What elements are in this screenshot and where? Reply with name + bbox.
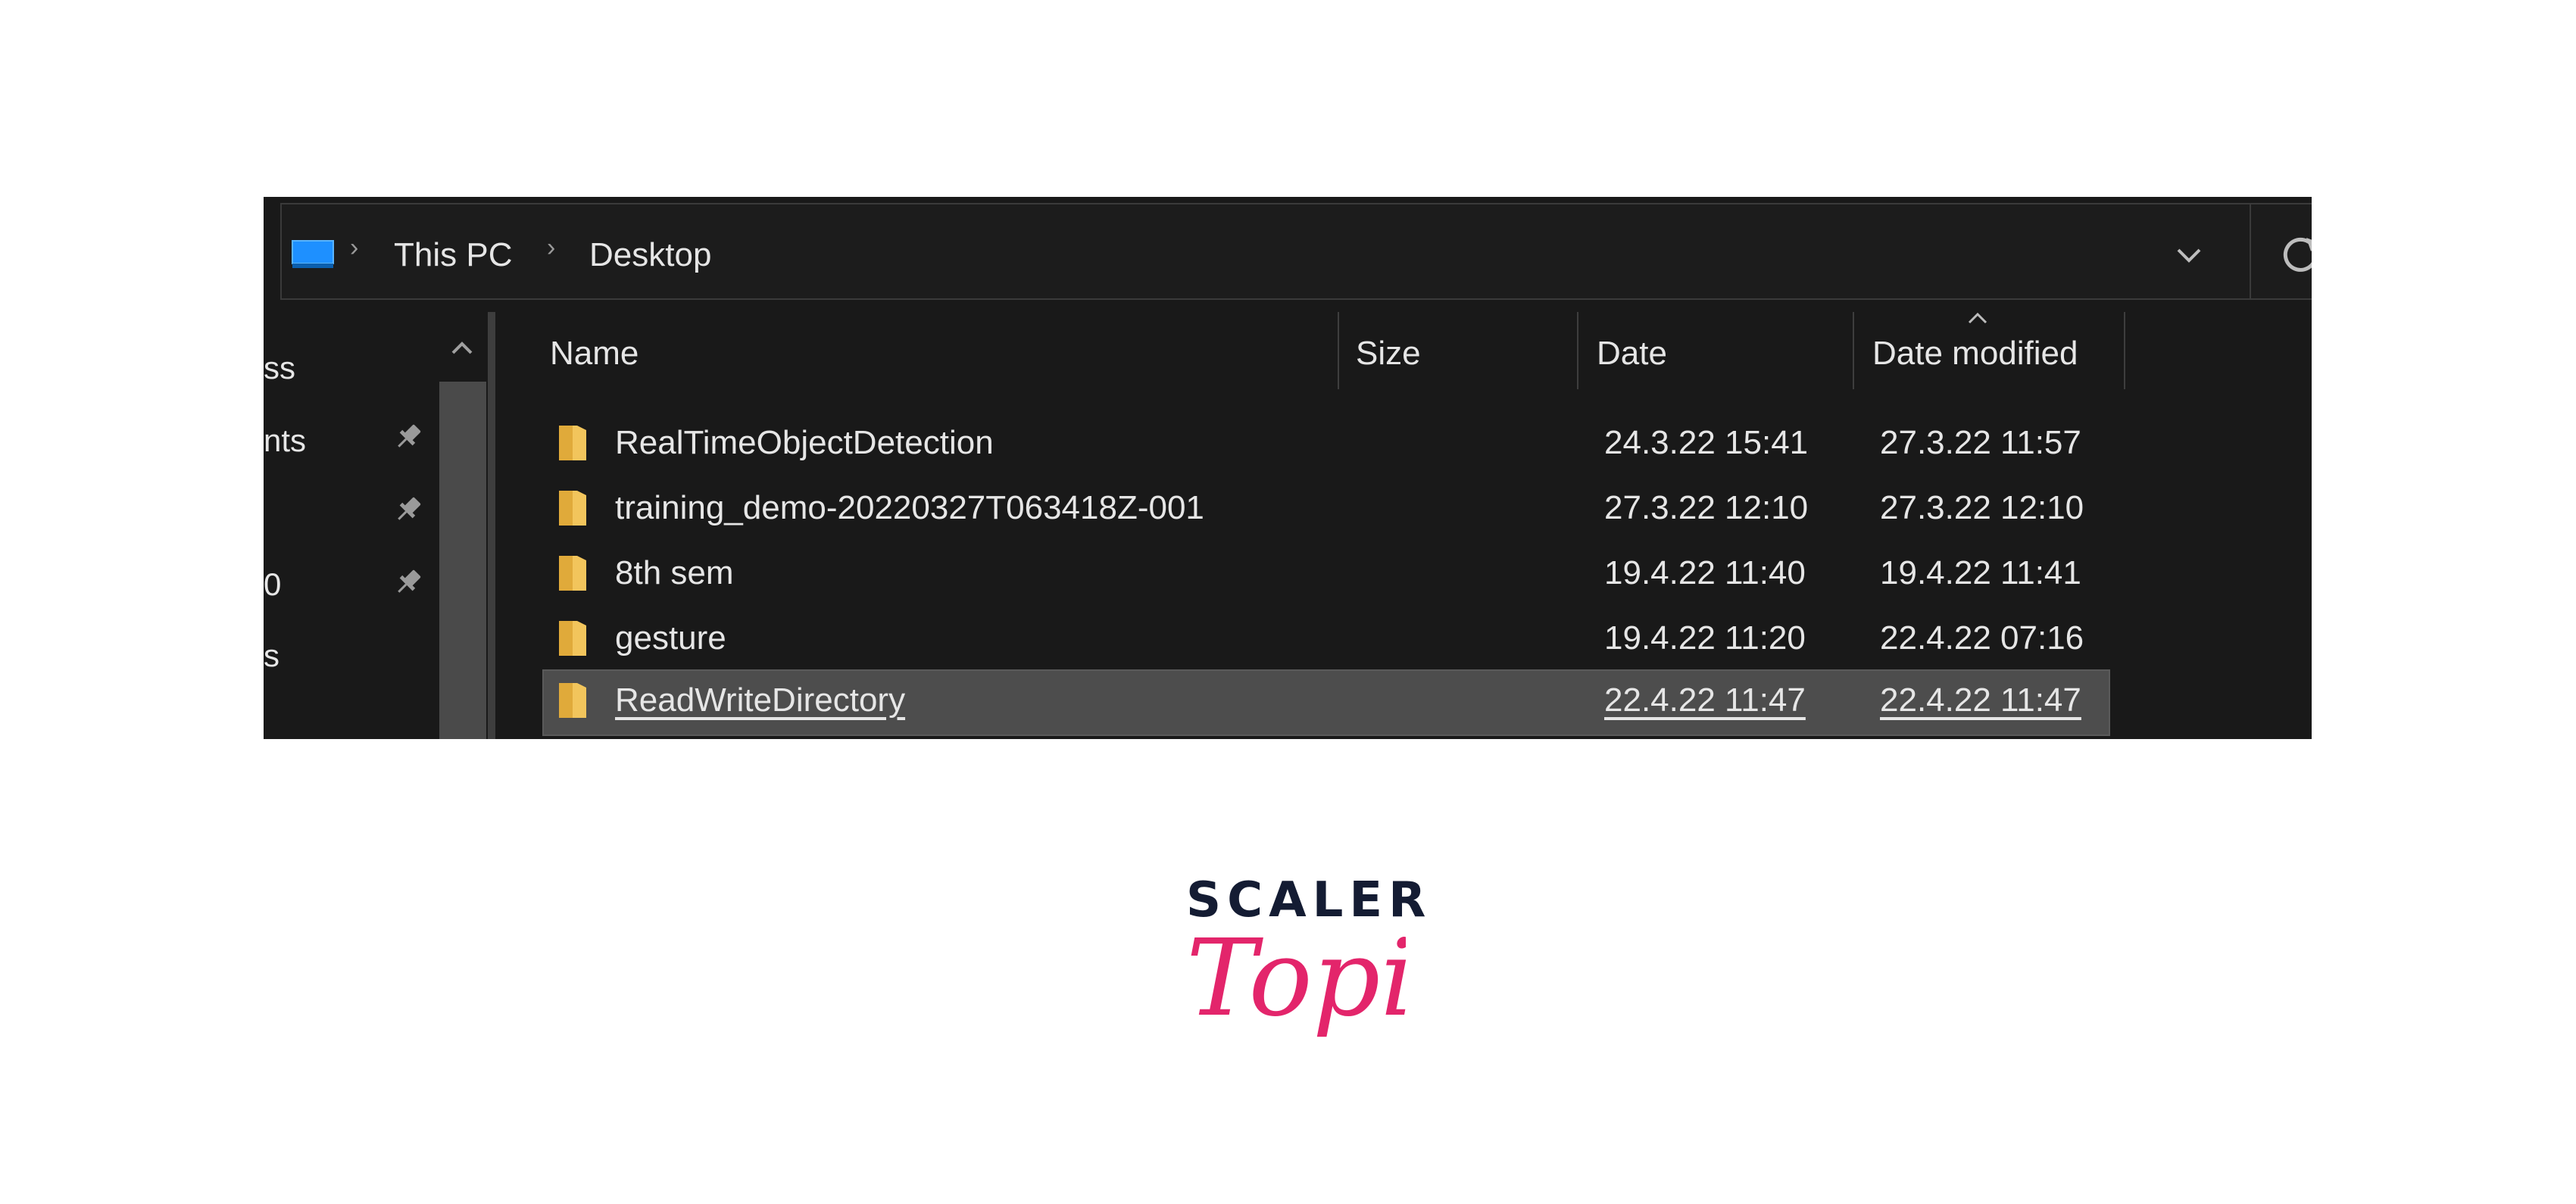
nav-item-pinned[interactable]: 0	[264, 566, 281, 603]
file-name[interactable]: RealTimeObjectDetection	[615, 424, 994, 462]
file-date: 22.4.22 11:47	[1604, 682, 1806, 719]
column-divider[interactable]	[1853, 312, 1854, 389]
file-name[interactable]: gesture	[615, 619, 726, 657]
this-pc-icon[interactable]	[291, 239, 335, 270]
folder-icon	[559, 491, 586, 526]
nav-item-quick-access[interactable]: ss	[264, 350, 295, 386]
folder-icon	[559, 683, 586, 718]
breadcrumb-separator-icon[interactable]: ›	[350, 233, 358, 263]
file-date: 27.3.22 12:10	[1604, 489, 1809, 526]
chevron-up-icon[interactable]	[447, 333, 477, 363]
svg-text:Topics: Topics	[1186, 917, 1406, 1040]
column-header-date[interactable]: Date	[1597, 335, 1667, 373]
pane-divider[interactable]	[488, 312, 495, 739]
address-bar[interactable]: › This PC › Desktop	[280, 203, 2312, 300]
file-row-selected[interactable]: ReadWriteDirectory 22.4.22 11:47 22.4.22…	[542, 669, 2110, 736]
file-row[interactable]: 8th sem 19.4.22 11:40 19.4.22 11:41	[544, 544, 2109, 607]
file-row[interactable]: training_demo-20220327T063418Z-001 27.3.…	[544, 479, 2109, 542]
file-date-modified: 27.3.22 12:10	[1880, 489, 2084, 526]
folder-icon	[559, 426, 586, 460]
file-name[interactable]: ReadWriteDirectory	[615, 682, 905, 719]
nav-item-documents[interactable]: nts	[264, 423, 306, 459]
pin-icon[interactable]	[391, 420, 426, 454]
file-row[interactable]: RealTimeObjectDetection 24.3.22 15:41 27…	[544, 413, 2109, 477]
file-explorer-window: › This PC › Desktop ss nts 0 s Name Size…	[264, 197, 2312, 739]
column-divider[interactable]	[1577, 312, 1578, 389]
file-date: 24.3.22 15:41	[1604, 424, 1809, 461]
file-date-modified: 19.4.22 11:41	[1880, 554, 2081, 591]
chevron-down-icon[interactable]	[2174, 241, 2204, 271]
breadcrumb-this-pc[interactable]: This PC	[394, 236, 512, 274]
topics-logo-wordmark: Topics	[1186, 917, 1406, 1040]
file-name[interactable]: 8th sem	[615, 554, 734, 592]
file-name[interactable]: training_demo-20220327T063418Z-001	[615, 489, 1204, 527]
file-date-modified: 22.4.22 11:47	[1880, 682, 2081, 719]
refresh-icon[interactable]	[2278, 232, 2312, 277]
column-header-name[interactable]: Name	[550, 335, 639, 373]
folder-icon	[559, 556, 586, 591]
address-divider	[2250, 204, 2251, 298]
file-date-modified: 27.3.22 11:57	[1880, 424, 2081, 461]
pin-icon[interactable]	[391, 492, 426, 527]
file-date: 19.4.22 11:20	[1604, 619, 1806, 657]
navigation-pane: ss nts 0 s	[264, 312, 491, 739]
file-date-modified: 22.4.22 07:16	[1880, 619, 2084, 657]
column-header-date-modified[interactable]: Date modified	[1872, 335, 2078, 373]
nav-item-downloads[interactable]: s	[264, 638, 279, 674]
nav-scrollbar-thumb[interactable]	[439, 382, 486, 739]
column-divider[interactable]	[1338, 312, 1339, 389]
file-date: 19.4.22 11:40	[1604, 554, 1806, 591]
sort-ascending-icon	[1968, 312, 1987, 324]
breadcrumb-desktop[interactable]: Desktop	[589, 236, 711, 274]
pin-icon[interactable]	[391, 565, 426, 600]
breadcrumb-separator-icon[interactable]: ›	[547, 233, 555, 263]
file-row[interactable]: gesture 19.4.22 11:20 22.4.22 07:16	[544, 609, 2109, 672]
nav-scrollbar[interactable]	[439, 320, 486, 739]
column-divider[interactable]	[2124, 312, 2125, 389]
column-header-size[interactable]: Size	[1356, 335, 1421, 373]
folder-icon	[559, 621, 586, 656]
